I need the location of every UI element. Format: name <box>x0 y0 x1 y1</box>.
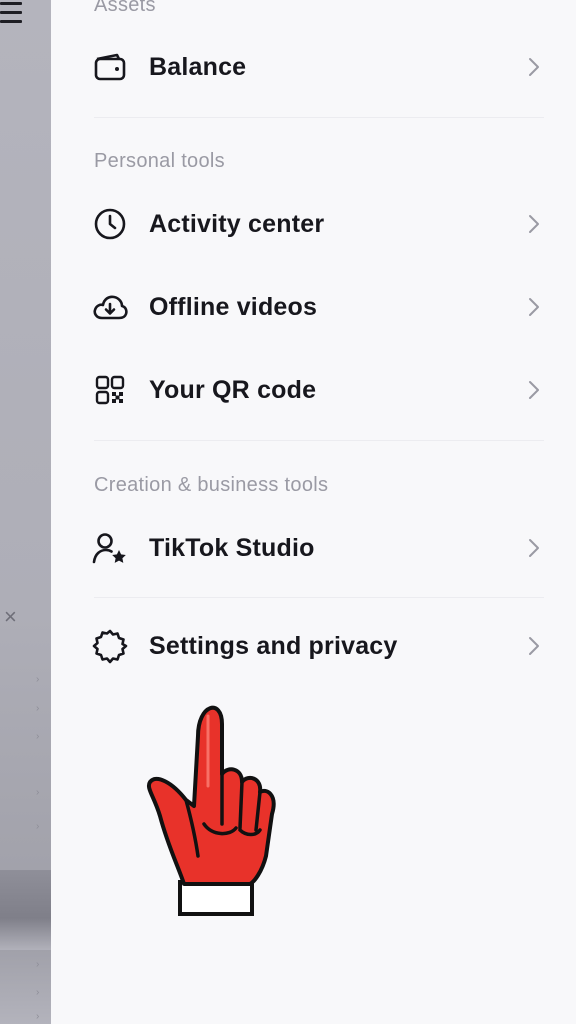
menu-item-label: Settings and privacy <box>149 631 398 660</box>
chevron-right-icon <box>525 212 543 236</box>
section-title-personal-tools: Personal tools <box>94 150 225 172</box>
menu-item-label: Activity center <box>149 209 325 238</box>
menu-item-settings-and-privacy[interactable]: Settings and privacy <box>51 615 576 677</box>
menu-icon <box>0 2 22 26</box>
divider <box>94 597 544 598</box>
menu-item-activity-center[interactable]: Activity center <box>51 193 576 255</box>
chevron-right-icon: › <box>36 731 40 742</box>
menu-item-qr-code[interactable]: Your QR code <box>51 359 576 421</box>
chevron-right-icon <box>525 55 543 79</box>
menu-item-offline-videos[interactable]: Offline videos <box>51 276 576 338</box>
divider <box>94 440 544 441</box>
person-star-icon <box>91 529 129 567</box>
menu-item-label: Offline videos <box>149 292 318 321</box>
cloud-download-icon <box>91 288 129 326</box>
divider <box>94 117 544 118</box>
wallet-icon <box>91 48 129 86</box>
pointing-hand-icon <box>138 696 288 922</box>
chevron-right-icon: › <box>36 959 40 970</box>
menu-item-label: Balance <box>149 52 247 81</box>
chevron-right-icon <box>525 536 543 560</box>
gear-icon <box>91 627 129 665</box>
chevron-right-icon: › <box>36 787 40 798</box>
menu-item-label: TikTok Studio <box>149 533 315 562</box>
chevron-right-icon: › <box>36 987 40 998</box>
chevron-right-icon: › <box>36 1011 40 1022</box>
menu-item-balance[interactable]: Balance <box>51 36 576 98</box>
close-icon: × <box>4 604 17 629</box>
chevron-right-icon <box>525 634 543 658</box>
menu-item-label: Your QR code <box>149 375 317 404</box>
clock-icon <box>91 205 129 243</box>
background-overlay[interactable]: × › › › › › › › › <box>0 0 51 1024</box>
chevron-right-icon: › <box>36 674 40 685</box>
chevron-right-icon: › <box>36 821 40 832</box>
menu-item-tiktok-studio[interactable]: TikTok Studio <box>51 517 576 579</box>
background-band <box>0 870 51 950</box>
chevron-right-icon <box>525 295 543 319</box>
chevron-right-icon: › <box>36 703 40 714</box>
qr-code-icon <box>91 371 129 409</box>
side-drawer: Assets Balance Personal tools Activity c… <box>51 0 576 1024</box>
section-title-creation-business-tools: Creation & business tools <box>94 474 329 496</box>
chevron-right-icon <box>525 378 543 402</box>
section-title-assets: Assets <box>94 0 156 16</box>
